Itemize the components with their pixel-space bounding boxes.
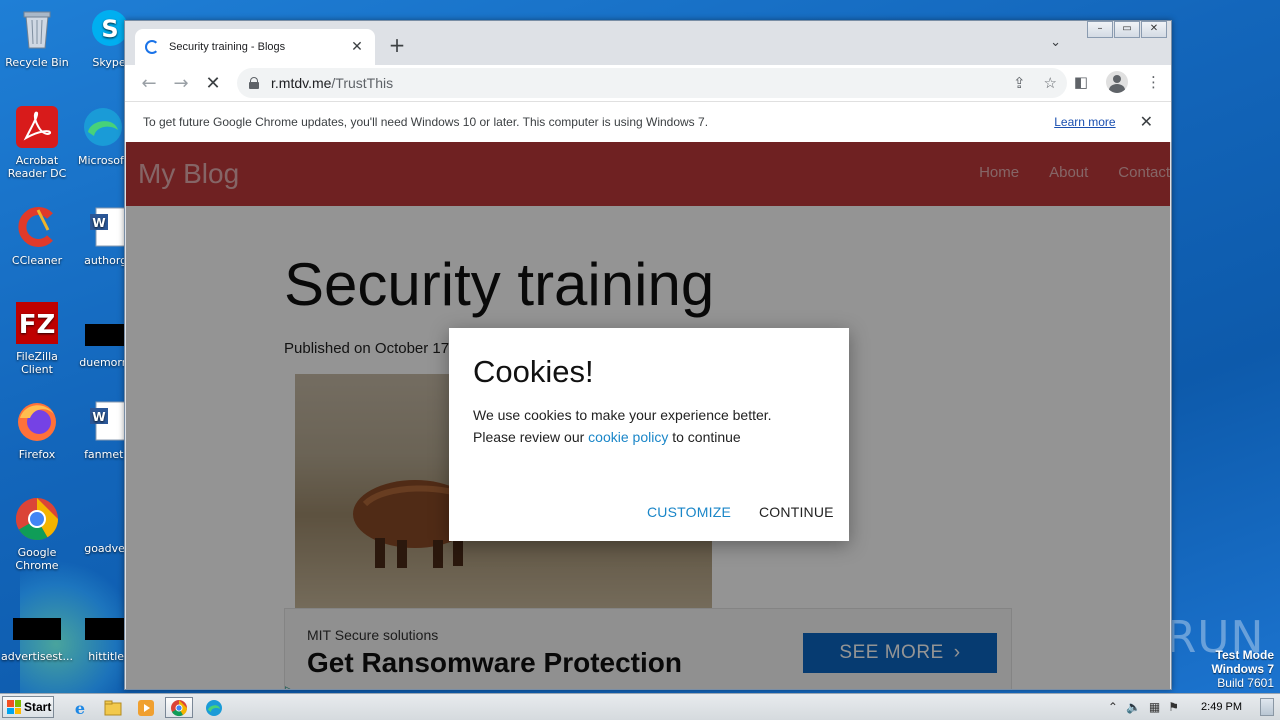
- start-button[interactable]: Start: [2, 696, 54, 718]
- close-window-button[interactable]: ✕: [1141, 21, 1167, 38]
- tab-search-chevron-icon[interactable]: ⌄: [1050, 35, 1061, 50]
- network-icon[interactable]: ▦: [1149, 700, 1160, 714]
- filezilla-icon: FZ: [14, 300, 60, 346]
- address-bar[interactable]: r.mtdv.me/TrustThis ⇪ ☆: [237, 68, 1067, 98]
- svg-text:W: W: [92, 410, 105, 424]
- customize-button[interactable]: CUSTOMIZE: [647, 504, 731, 520]
- svg-text:W: W: [92, 216, 105, 230]
- svg-text:S: S: [101, 15, 118, 43]
- chrome-icon: [14, 496, 60, 542]
- lock-icon[interactable]: [249, 77, 259, 89]
- side-panel-icon[interactable]: ◧: [1074, 73, 1088, 91]
- dialog-line-2: Please review our cookie policy to conti…: [473, 429, 741, 445]
- action-center-flag-icon[interactable]: ⚑: [1168, 700, 1179, 714]
- edge-icon: [80, 104, 126, 150]
- desktop-icon-label: advertisest...: [1, 650, 73, 663]
- infobar-message: To get future Google Chrome updates, you…: [143, 115, 709, 129]
- stop-loading-icon[interactable]: ✕: [197, 73, 229, 94]
- url-host: r.mtdv.me: [271, 75, 332, 91]
- desktop-icon-label: Google Chrome: [15, 546, 59, 572]
- loading-spinner-icon: [145, 40, 159, 54]
- tab-security-training[interactable]: Security training - Blogs ✕: [135, 29, 375, 65]
- dialog-title: Cookies!: [473, 354, 594, 389]
- minimize-button[interactable]: –: [1087, 21, 1113, 38]
- bookmark-star-icon[interactable]: ☆: [1044, 74, 1057, 92]
- windows-flag-icon: [7, 700, 21, 714]
- share-icon[interactable]: ⇪: [1013, 74, 1026, 92]
- svg-text:FZ: FZ: [19, 310, 56, 340]
- back-arrow-icon[interactable]: ←: [133, 73, 165, 94]
- taskbar-explorer-icon[interactable]: [99, 697, 127, 718]
- tab-strip: Security training - Blogs ✕ + ⌄ – ▭ ✕: [125, 21, 1171, 65]
- volume-icon[interactable]: 🔈: [1126, 700, 1141, 714]
- url-path: /TrustThis: [331, 75, 394, 91]
- desktop-icon-advertisest[interactable]: advertisest...: [0, 606, 74, 663]
- taskbar-clock[interactable]: 2:49 PM: [1201, 701, 1242, 713]
- cookie-consent-dialog: Cookies! We use cookies to make your exp…: [449, 328, 849, 541]
- infobar-close-icon[interactable]: ✕: [1140, 112, 1153, 132]
- desktop-icon-label: Recycle Bin: [5, 56, 69, 69]
- acrobat-icon: [14, 104, 60, 150]
- tab-title: Security training - Blogs: [169, 41, 286, 53]
- desktop-icon-recycle-bin[interactable]: Recycle Bin: [0, 6, 74, 69]
- show-hidden-icons-icon[interactable]: ⌃: [1108, 700, 1118, 714]
- omnibox-actions: ⇪ ☆: [1013, 74, 1057, 92]
- tab-close-icon[interactable]: ✕: [349, 39, 365, 55]
- svg-text:e: e: [75, 699, 85, 717]
- toolbar-right: ◧ ⋮: [1074, 71, 1161, 93]
- test-mode-label: Test Mode Windows 7 Build 7601: [1211, 648, 1274, 690]
- desktop-icon-label: Microsoft: [77, 154, 129, 167]
- recycle-bin-icon: [14, 6, 60, 52]
- continue-button[interactable]: CONTINUE: [759, 504, 834, 520]
- taskbar-chrome-icon[interactable]: [165, 697, 193, 718]
- learn-more-link[interactable]: Learn more: [1054, 115, 1115, 129]
- start-label: Start: [24, 700, 52, 714]
- chrome-window: Security training - Blogs ✕ + ⌄ – ▭ ✕ ← …: [124, 20, 1172, 690]
- window-controls: – ▭ ✕: [1087, 21, 1167, 38]
- firefox-icon: [14, 398, 60, 444]
- desktop-icon-label: Acrobat Reader DC: [7, 154, 67, 180]
- taskbar-media-player-icon[interactable]: [132, 697, 160, 718]
- new-tab-button[interactable]: +: [387, 35, 407, 55]
- dialog-line-1: We use cookies to make your experience b…: [473, 407, 772, 423]
- desktop-icon-acrobat[interactable]: Acrobat Reader DC: [0, 104, 74, 180]
- desktop-icon-ccleaner[interactable]: CCleaner: [0, 204, 74, 267]
- taskbar-edge-icon[interactable]: [200, 697, 228, 718]
- desktop-icon-label: Firefox: [18, 448, 56, 461]
- desktop-icon-label: Skype: [92, 56, 126, 69]
- cookie-policy-link[interactable]: cookie policy: [588, 429, 668, 445]
- desktop-icon-chrome[interactable]: Google Chrome: [0, 496, 74, 572]
- desktop-icon-filezilla[interactable]: FZ FileZilla Client: [0, 300, 74, 376]
- taskbar-ie-icon[interactable]: e: [66, 697, 94, 718]
- forward-arrow-icon[interactable]: →: [165, 73, 197, 94]
- menu-kebab-icon[interactable]: ⋮: [1146, 73, 1161, 91]
- taskbar: Start e ⌃ 🔈 ▦ ⚑ 2:49 PM: [0, 693, 1280, 720]
- system-tray: ⌃ 🔈 ▦ ⚑ 2:49 PM: [1108, 694, 1280, 720]
- maximize-button[interactable]: ▭: [1114, 21, 1140, 38]
- desktop-icon-label: CCleaner: [11, 254, 63, 267]
- desktop-icon-firefox[interactable]: Firefox: [0, 398, 74, 461]
- desktop-icon-label: FileZilla Client: [16, 350, 58, 376]
- browser-toolbar: ← → ✕ r.mtdv.me/TrustThis ⇪ ☆ ◧ ⋮: [125, 65, 1171, 101]
- blank-file-icon: [13, 618, 61, 640]
- show-desktop-button[interactable]: [1260, 698, 1274, 716]
- dialog-body: We use cookies to make your experience b…: [473, 404, 772, 448]
- update-infobar: To get future Google Chrome updates, you…: [125, 101, 1171, 142]
- web-page: My Blog Home About Contact Security trai…: [126, 142, 1170, 689]
- ccleaner-icon: [14, 204, 60, 250]
- profile-avatar-icon[interactable]: [1106, 71, 1128, 93]
